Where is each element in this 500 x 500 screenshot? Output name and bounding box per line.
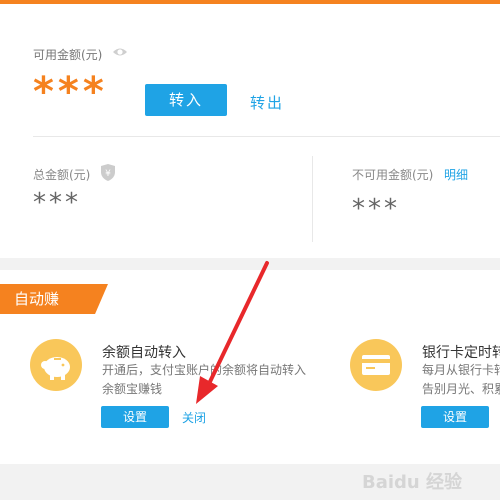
available-amount-label: 可用金额(元): [33, 48, 103, 62]
divider: [312, 156, 313, 242]
transfer-in-button[interactable]: 转入: [145, 84, 227, 116]
auto-transfer-desc: 开通后，支付宝账户的余额将自动转入: [102, 363, 307, 377]
scheduled-transfer-desc: 每月从银行卡转: [422, 363, 500, 377]
eye-icon[interactable]: [112, 45, 128, 59]
total-amount-value: ***: [33, 188, 81, 218]
total-amount-label: 总金额(元): [33, 168, 91, 182]
auto-transfer-close-link[interactable]: 关闭: [182, 409, 206, 426]
auto-earn-ribbon: 自动赚: [0, 284, 108, 314]
auto-transfer-title: 余额自动转入: [102, 345, 186, 361]
auto-transfer-settings-button[interactable]: 设置: [101, 406, 169, 428]
unavailable-amount-label: 不可用金额(元): [352, 168, 434, 182]
svg-text:¥: ¥: [105, 169, 111, 179]
details-link[interactable]: 明细: [444, 166, 468, 183]
bank-card-icon: [350, 339, 402, 391]
balance-panel: [0, 0, 500, 258]
unavailable-amount-value: ***: [352, 194, 400, 224]
available-amount-value: ***: [33, 69, 108, 115]
watermark: Baidu 经验: [362, 472, 463, 493]
scheduled-transfer-desc: 告别月光、积累: [422, 382, 500, 396]
shield-yen-icon: ¥: [101, 164, 115, 181]
auto-transfer-desc: 余额宝赚钱: [102, 382, 163, 396]
scheduled-transfer-title: 银行卡定时转: [422, 345, 500, 361]
piggy-bank-icon: [30, 339, 82, 391]
divider: [33, 136, 500, 137]
transfer-out-link[interactable]: 转出: [250, 92, 284, 113]
scheduled-transfer-settings-button[interactable]: 设置: [421, 406, 489, 428]
